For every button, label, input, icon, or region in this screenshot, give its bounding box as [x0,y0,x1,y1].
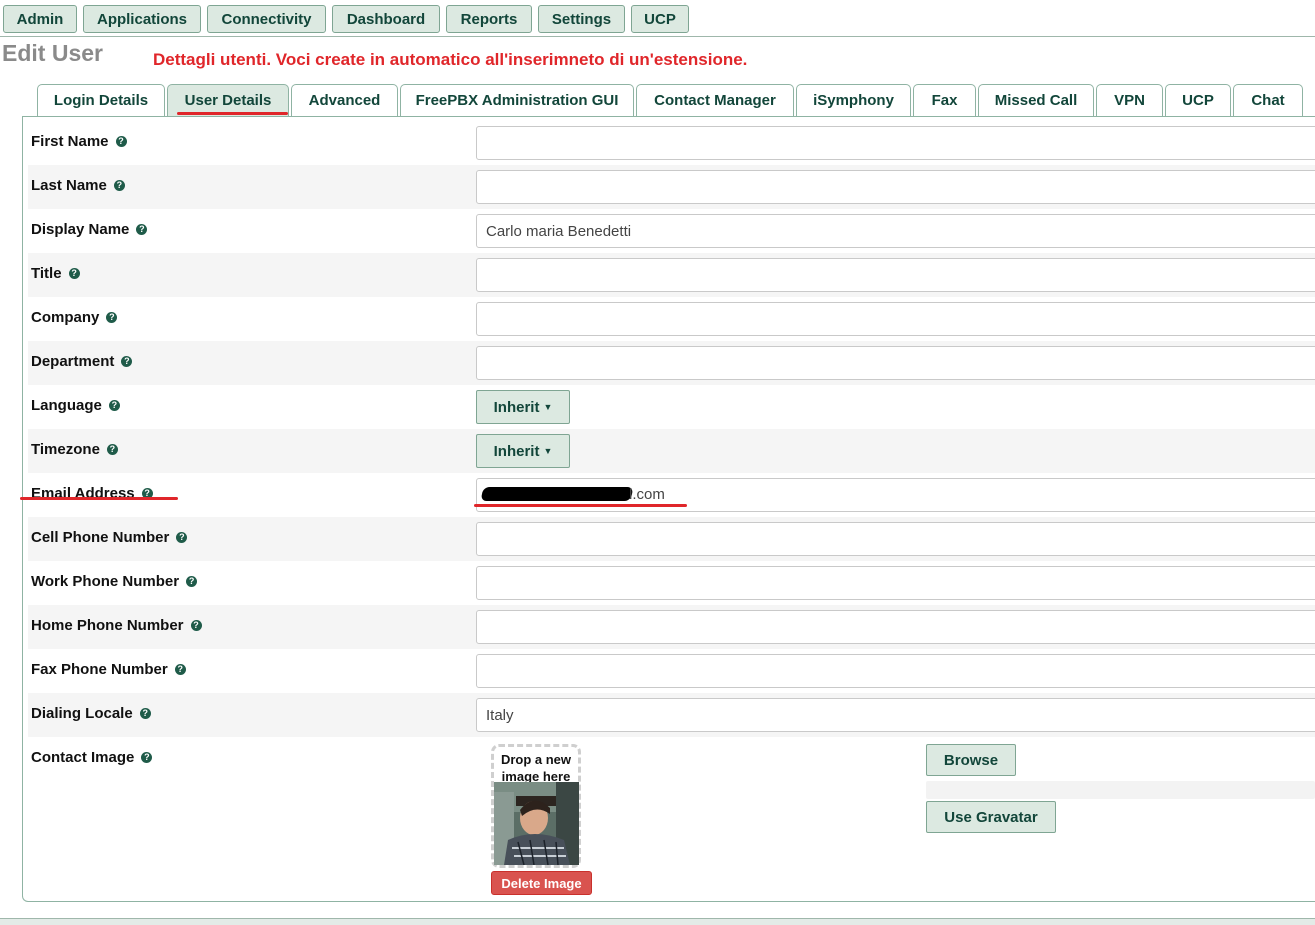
form-row-title: Title? [28,253,1315,297]
tab-freepbx-admin-gui[interactable]: FreePBX Administration GUI [400,84,634,116]
form-row-company: Company? [28,297,1315,341]
question-circle-icon[interactable]: ? [68,268,80,279]
redaction-scribble [480,487,634,501]
nav-dashboard-button[interactable]: Dashboard [332,5,440,33]
cell-phone-label: Cell Phone Number? [31,529,188,546]
company-label: Company? [31,309,118,326]
contact-image-label: Contact Image? [31,749,153,766]
first-name-label: First Name? [31,133,127,150]
language-dropdown[interactable]: Inherit ▼ [476,390,570,424]
company-input[interactable] [476,302,1315,336]
language-label: Language? [31,397,120,414]
fax-phone-input[interactable] [476,654,1315,688]
tab-isymphony[interactable]: iSymphony [796,84,911,116]
timezone-value: Inherit [493,442,540,460]
nav-reports-button[interactable]: Reports [446,5,532,33]
email-visible-suffix: l.com [629,486,665,503]
nav-settings-button[interactable]: Settings [538,5,625,33]
form-row-dialing-locale: Dialing Locale? [28,693,1315,737]
browse-button[interactable]: Browse [926,744,1016,776]
language-value: Inherit [493,398,540,416]
form-row-first-name: First Name? [28,121,1315,165]
nav-applications-button[interactable]: Applications [83,5,201,33]
tab-login-details[interactable]: Login Details [37,84,165,116]
nav-ucp-button[interactable]: UCP [631,5,689,33]
timezone-dropdown[interactable]: Inherit ▼ [476,434,570,468]
display-name-input[interactable] [476,214,1315,248]
tab-ucp[interactable]: UCP [1165,84,1231,116]
form-row-last-name: Last Name? [28,165,1315,209]
tab-contact-manager[interactable]: Contact Manager [636,84,794,116]
home-phone-input[interactable] [476,610,1315,644]
question-circle-icon[interactable]: ? [113,180,125,191]
caret-down-icon: ▼ [543,402,553,412]
nav-connectivity-button[interactable]: Connectivity [207,5,326,33]
dialing-locale-label: Dialing Locale? [31,705,151,722]
title-label: Title? [31,265,80,282]
form-row-department: Department? [28,341,1315,385]
nav-admin-button[interactable]: Admin [3,5,77,33]
top-navigation: Admin Applications Connectivity Dashboar… [0,0,1315,37]
work-phone-label: Work Phone Number? [31,573,198,590]
tab-fax[interactable]: Fax [913,84,976,116]
upload-progress-bar [926,781,1315,799]
question-circle-icon[interactable]: ? [176,532,188,543]
contact-photo [494,782,579,865]
form-row-home-phone: Home Phone Number? [28,605,1315,649]
caret-down-icon: ▼ [543,446,553,456]
form-row-email: Email Address? [28,473,1315,517]
annotation-underline-email-input [474,504,687,507]
form-row-cell-phone: Cell Phone Number? [28,517,1315,561]
page-title: Edit User [2,40,103,66]
work-phone-input[interactable] [476,566,1315,600]
question-circle-icon[interactable]: ? [136,224,148,235]
question-circle-icon[interactable]: ? [106,312,118,323]
annotation-underline-tab [177,112,288,115]
question-circle-icon[interactable]: ? [106,444,118,455]
form-row-contact-image: Contact Image? [28,737,1315,907]
question-circle-icon[interactable]: ? [174,664,186,675]
last-name-label: Last Name? [31,177,125,194]
form-row-work-phone: Work Phone Number? [28,561,1315,605]
question-circle-icon[interactable]: ? [139,708,151,719]
question-circle-icon[interactable]: ? [121,356,133,367]
annotation-text: Dettagli utenti. Voci create in automati… [153,50,748,69]
tab-advanced[interactable]: Advanced [291,84,398,116]
form-row-language: Language? Inherit ▼ [28,385,1315,429]
tab-missed-call[interactable]: Missed Call [978,84,1094,116]
dialing-locale-input[interactable] [476,698,1315,732]
department-input[interactable] [476,346,1315,380]
tab-vpn[interactable]: VPN [1096,84,1163,116]
department-label: Department? [31,353,133,370]
contact-photo-image [494,782,579,865]
form-row-timezone: Timezone? Inherit ▼ [28,429,1315,473]
annotation-underline-email-label [20,497,178,500]
drop-zone-text: Drop a new image here [500,752,572,784]
tab-chat[interactable]: Chat [1233,84,1303,116]
cell-phone-input[interactable] [476,522,1315,556]
display-name-label: Display Name? [31,221,148,238]
title-input[interactable] [476,258,1315,292]
last-name-input[interactable] [476,170,1315,204]
form-row-display-name: Display Name? [28,209,1315,253]
use-gravatar-button[interactable]: Use Gravatar [926,801,1056,833]
question-circle-icon[interactable]: ? [190,620,202,631]
question-circle-icon[interactable]: ? [141,752,153,763]
form-row-fax-phone: Fax Phone Number? [28,649,1315,693]
home-phone-label: Home Phone Number? [31,617,202,634]
question-circle-icon[interactable]: ? [115,136,127,147]
question-circle-icon[interactable]: ? [186,576,198,587]
timezone-label: Timezone? [31,441,118,458]
fax-phone-label: Fax Phone Number? [31,661,186,678]
first-name-input[interactable] [476,126,1315,160]
delete-image-button[interactable]: Delete Image [491,871,592,895]
question-circle-icon[interactable]: ? [108,400,120,411]
